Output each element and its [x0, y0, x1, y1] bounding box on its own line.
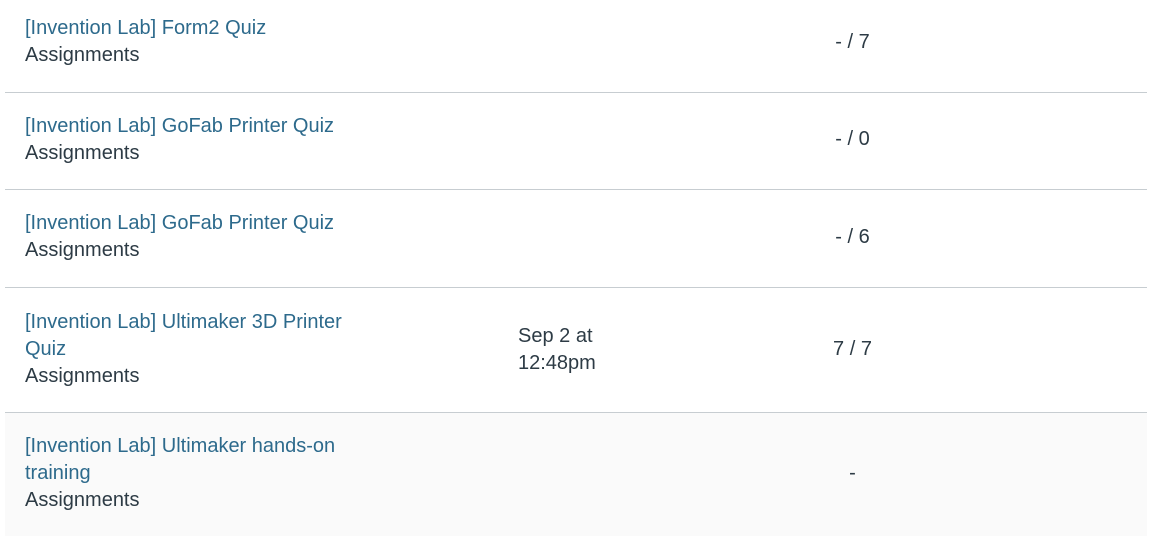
assignment-context: Assignments	[25, 239, 140, 261]
submitted-date-cell: Sep 2 at 12:48pm	[518, 323, 668, 377]
assignment-link-line: Quiz	[25, 338, 67, 360]
assignment-link-line: training	[25, 462, 91, 484]
score-cell: - / 0	[835, 128, 870, 150]
submitted-date-line: Sep 2 at	[518, 325, 593, 347]
table-row: [Invention Lab] GoFab Printer Quiz Assig…	[5, 190, 1147, 288]
assignment-link[interactable]: [Invention Lab] GoFab Printer Quiz	[25, 210, 385, 237]
grades-table: [Invention Lab] Form2 Quiz Assignments -…	[5, 0, 1147, 536]
score-cell: 7 / 7	[833, 338, 872, 360]
assignment-title-cell: [Invention Lab] GoFab Printer Quiz Assig…	[25, 210, 385, 264]
assignment-link-line: [Invention Lab] Ultimaker 3D Printer	[25, 311, 342, 333]
assignment-context: Assignments	[25, 44, 140, 66]
assignment-link-line: [Invention Lab] Ultimaker hands-on	[25, 435, 336, 457]
table-row: [Invention Lab] Form2 Quiz Assignments -…	[5, 0, 1147, 93]
table-row: [Invention Lab] Ultimaker 3D Printer Qui…	[5, 288, 1147, 413]
assignment-link[interactable]: [Invention Lab] Ultimaker hands-on train…	[25, 433, 385, 487]
score-cell: -	[849, 462, 856, 484]
assignment-title-cell: [Invention Lab] Form2 Quiz Assignments	[25, 15, 385, 69]
assignment-link[interactable]: [Invention Lab] Ultimaker 3D Printer Qui…	[25, 309, 385, 363]
score-cell: - / 6	[835, 226, 870, 248]
assignment-title-cell: [Invention Lab] GoFab Printer Quiz Assig…	[25, 113, 385, 167]
assignment-title-cell: [Invention Lab] Ultimaker hands-on train…	[25, 433, 385, 514]
assignment-context: Assignments	[25, 142, 140, 164]
assignment-title-cell: [Invention Lab] Ultimaker 3D Printer Qui…	[25, 309, 385, 390]
assignment-link[interactable]: [Invention Lab] Form2 Quiz	[25, 15, 385, 42]
assignment-link[interactable]: [Invention Lab] GoFab Printer Quiz	[25, 113, 385, 140]
assignment-context: Assignments	[25, 489, 140, 511]
assignment-context: Assignments	[25, 365, 140, 387]
submitted-time-line: 12:48pm	[518, 352, 596, 374]
table-row: [Invention Lab] GoFab Printer Quiz Assig…	[5, 93, 1147, 190]
table-row: [Invention Lab] Ultimaker hands-on train…	[5, 413, 1147, 536]
score-cell: - / 7	[835, 31, 870, 53]
